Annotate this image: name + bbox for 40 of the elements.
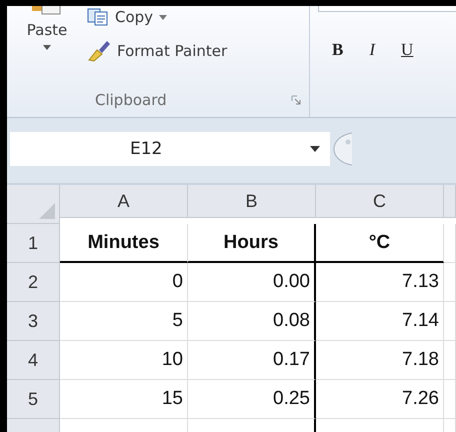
table-cell: 0: [60, 263, 188, 302]
table-cell: Minutes: [60, 224, 188, 263]
column-header[interactable]: B: [188, 185, 316, 218]
format-painter-button[interactable]: Format Painter: [87, 40, 228, 62]
table-cell: 0.00: [188, 263, 316, 302]
row-header[interactable]: 1: [7, 224, 60, 263]
underline-button[interactable]: U: [399, 40, 416, 60]
copy-icon: [87, 8, 109, 26]
table-cell: °C: [316, 224, 444, 263]
dialog-launcher-icon[interactable]: [291, 95, 301, 105]
row-header[interactable]: 5: [7, 380, 60, 419]
copy-button[interactable]: Copy: [87, 8, 228, 26]
formula-bar-handle-icon: [332, 132, 354, 166]
caret-icon: [43, 45, 51, 50]
caret-icon: [310, 146, 320, 152]
table-cell: Hours: [188, 224, 316, 263]
row-header[interactable]: 2: [7, 263, 60, 302]
table-cell: 7.18: [316, 341, 444, 380]
column-header[interactable]: [444, 185, 456, 218]
caret-icon: [159, 14, 168, 20]
table-cell: 7.14: [316, 302, 444, 341]
italic-button[interactable]: I: [367, 40, 378, 60]
column-header[interactable]: A: [60, 185, 188, 218]
table-cell: 15: [60, 380, 188, 419]
row-header[interactable]: 3: [7, 302, 60, 341]
table-cell: 10: [60, 341, 188, 380]
table-cell: 0.08: [188, 302, 316, 341]
paste-button[interactable]: Paste: [7, 6, 87, 83]
bold-button[interactable]: B: [330, 40, 346, 60]
table-cell: 7.13: [316, 263, 444, 302]
name-box[interactable]: E12: [10, 132, 330, 166]
group-label: Clipboard: [95, 91, 167, 109]
table-cell: 7.26: [316, 380, 444, 419]
table-cell: 0.17: [188, 341, 316, 380]
select-all-icon[interactable]: [39, 203, 55, 219]
brush-icon: [87, 40, 111, 62]
table-cell: 5: [60, 302, 188, 341]
row-header[interactable]: 4: [7, 341, 60, 380]
table-cell: 0.25: [188, 380, 316, 419]
column-header[interactable]: C: [316, 185, 444, 218]
